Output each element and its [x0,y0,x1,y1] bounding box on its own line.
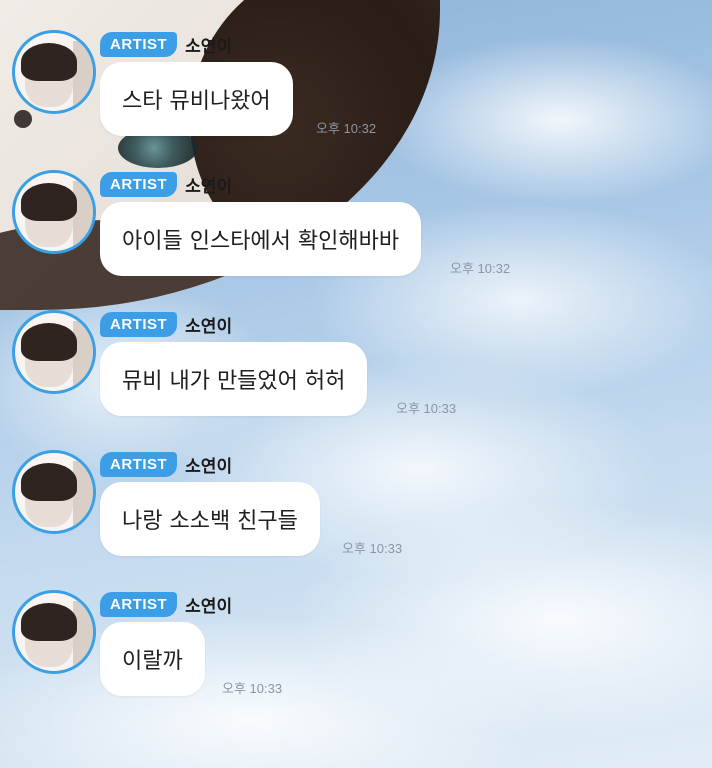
sender-name[interactable]: 소연이 [185,312,232,337]
avatar[interactable] [12,30,96,114]
message-time: 오후 10:32 [316,121,377,136]
message-header: ARTIST 소연이 [100,30,232,58]
message-bubble[interactable]: 이랄까 [100,622,205,696]
message-time: 오후 10:33 [396,401,457,416]
chat-message: ARTIST 소연이 나랑 소소백 친구들 오후 10:33 [12,450,702,580]
avatar[interactable] [12,310,96,394]
message-header: ARTIST 소연이 [100,450,232,478]
chat-message: ARTIST 소연이 뮤비 내가 만들었어 허허 오후 10:33 [12,310,702,440]
message-bubble[interactable]: 뮤비 내가 만들었어 허허 [100,342,368,416]
sender-name[interactable]: 소연이 [185,592,232,617]
message-bubble[interactable]: 나랑 소소백 친구들 [100,482,320,556]
message-header: ARTIST 소연이 [100,310,232,338]
message-header: ARTIST 소연이 [100,170,232,198]
sender-name[interactable]: 소연이 [185,172,232,197]
message-bubble[interactable]: 아이들 인스타에서 확인해바바 [100,202,422,276]
message-time: 오후 10:33 [222,681,283,696]
avatar[interactable] [12,590,96,674]
artist-badge: ARTIST [100,591,178,617]
message-header: ARTIST 소연이 [100,590,232,618]
sender-name[interactable]: 소연이 [185,452,232,477]
chat-message: ARTIST 소연이 아이들 인스타에서 확인해바바 오후 10:32 [12,170,702,300]
avatar[interactable] [12,450,96,534]
message-time: 오후 10:33 [342,541,403,556]
artist-badge: ARTIST [100,311,178,337]
chat-message: ARTIST 소연이 스타 뮤비나왔어 오후 10:32 [12,30,702,160]
message-bubble[interactable]: 스타 뮤비나왔어 [100,62,293,136]
artist-badge: ARTIST [100,31,178,57]
sender-name[interactable]: 소연이 [185,32,232,57]
artist-badge: ARTIST [100,451,178,477]
message-time: 오후 10:32 [450,261,511,276]
avatar[interactable] [12,170,96,254]
chat-message: ARTIST 소연이 이랄까 오후 10:33 [12,590,702,720]
artist-badge: ARTIST [100,171,178,197]
